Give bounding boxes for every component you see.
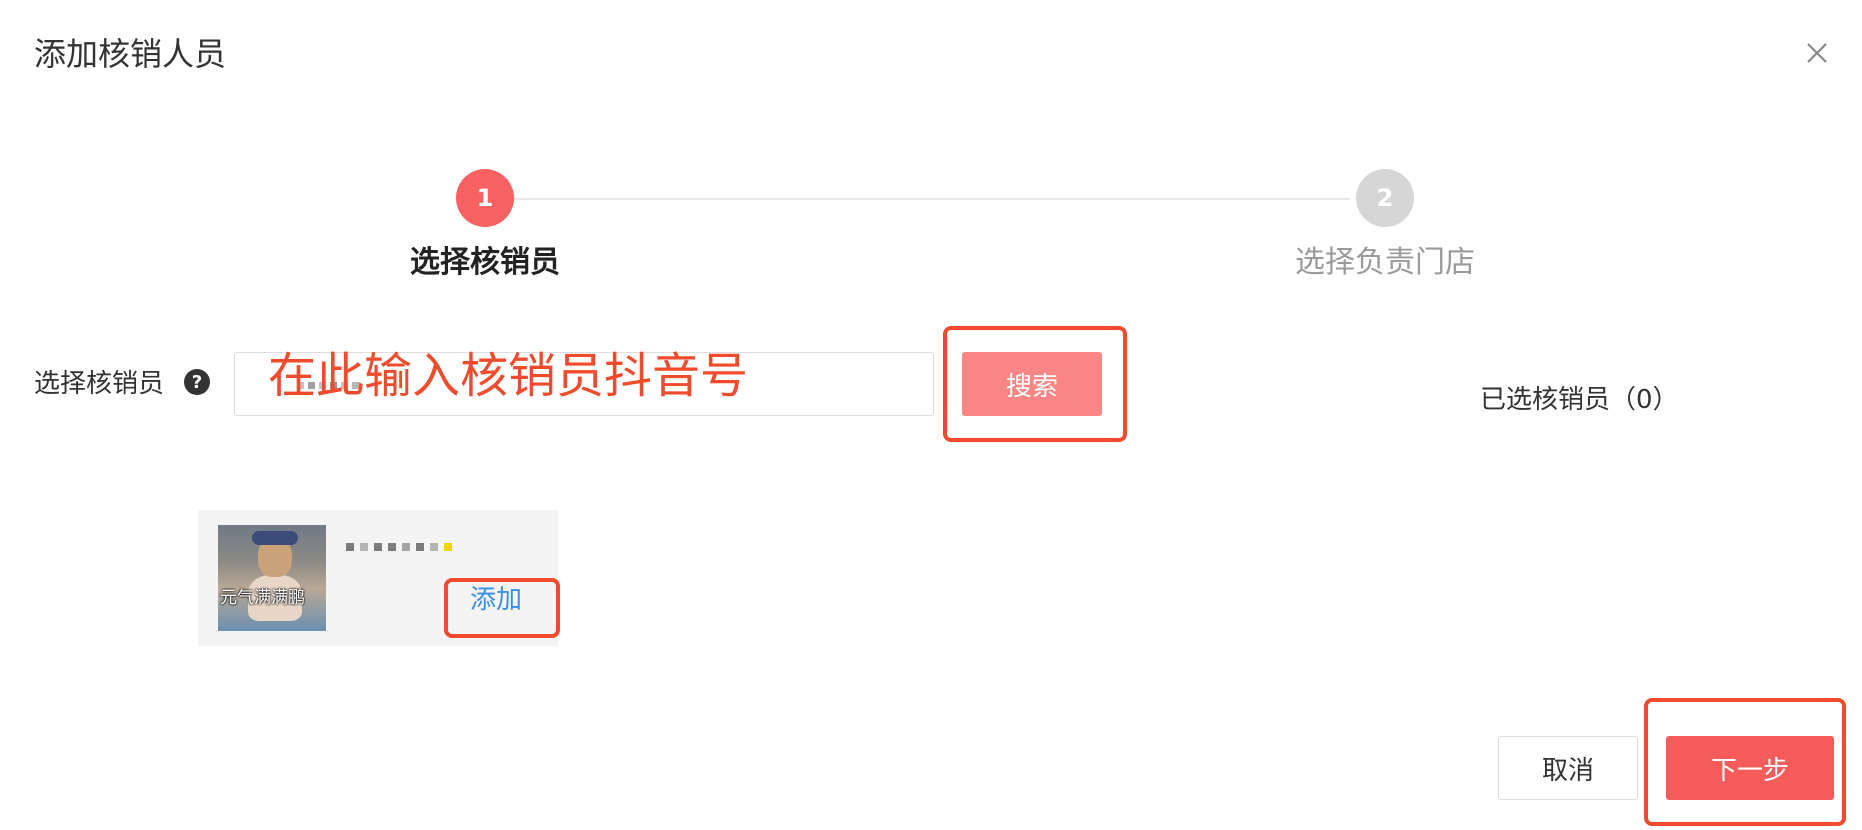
step-1-indicator: 1: [456, 169, 514, 227]
dialog-title: 添加核销人员: [34, 35, 227, 73]
search-button-highlight: [943, 326, 1127, 442]
step-2-indicator: 2: [1356, 169, 1414, 227]
question-circle-icon[interactable]: ?: [184, 369, 210, 395]
next-button-highlight: [1644, 698, 1846, 826]
blurred-nickname: [346, 543, 452, 551]
cancel-button[interactable]: 取消: [1498, 736, 1638, 800]
verifier-field-label: 选择核销员: [34, 369, 165, 399]
avatar: 元气满满鹏: [218, 525, 326, 631]
step-1-label: 选择核销员: [410, 245, 560, 280]
close-icon[interactable]: [1800, 36, 1834, 70]
add-link-highlight: [444, 578, 560, 638]
selected-verifiers-count: 已选核销员（0）: [1480, 385, 1679, 415]
step-2-label: 选择负责门店: [1295, 245, 1475, 280]
input-hint-annotation: 在此输入核销员抖音号: [268, 348, 749, 404]
steps-connector: [510, 198, 1350, 200]
avatar-caption: 元气满满鹏: [220, 588, 305, 608]
